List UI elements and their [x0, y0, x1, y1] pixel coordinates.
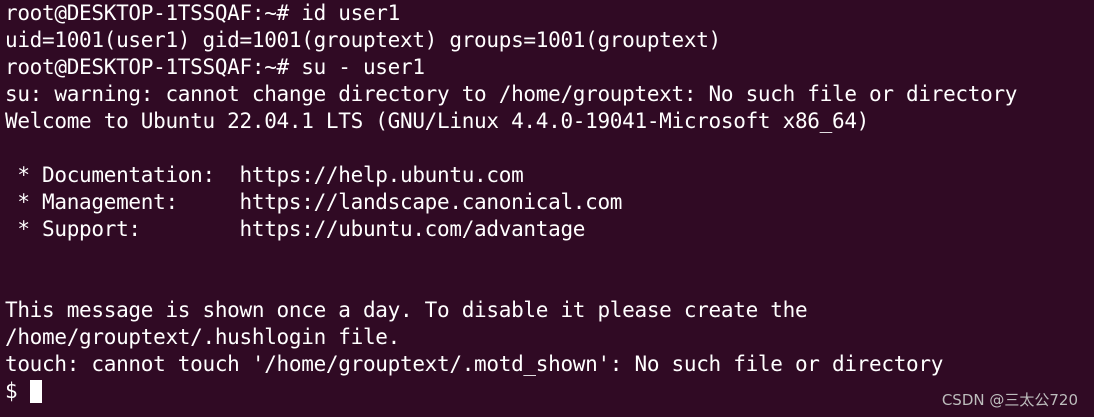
terminal-line: root@DESKTOP-1TSSQAF:~# su - user1: [5, 55, 425, 79]
terminal-line: Welcome to Ubuntu 22.04.1 LTS (GNU/Linux…: [5, 109, 870, 133]
terminal-line: su: warning: cannot change directory to …: [5, 82, 1018, 106]
terminal-line: * Support: https://ubuntu.com/advantage: [5, 217, 586, 241]
prompt-line[interactable]: $: [5, 378, 1094, 405]
terminal-line: touch: cannot touch '/home/grouptext/.mo…: [5, 352, 944, 376]
terminal-line: root@DESKTOP-1TSSQAF:~# id user1: [5, 1, 400, 25]
terminal-line: /home/grouptext/.hushlogin file.: [5, 325, 400, 349]
terminal-line: This message is shown once a day. To dis…: [5, 298, 808, 322]
terminal-window[interactable]: root@DESKTOP-1TSSQAF:~# id user1 uid=100…: [0, 0, 1094, 417]
terminal-line: uid=1001(user1) gid=1001(grouptext) grou…: [5, 28, 721, 52]
text-cursor: [30, 380, 43, 403]
terminal-line: * Management: https://landscape.canonica…: [5, 190, 623, 214]
watermark: CSDN @三太公720: [941, 391, 1078, 409]
shell-prompt: $: [5, 379, 18, 403]
terminal-output: root@DESKTOP-1TSSQAF:~# id user1 uid=100…: [5, 0, 1094, 405]
terminal-line: * Documentation: https://help.ubuntu.com: [5, 163, 524, 187]
